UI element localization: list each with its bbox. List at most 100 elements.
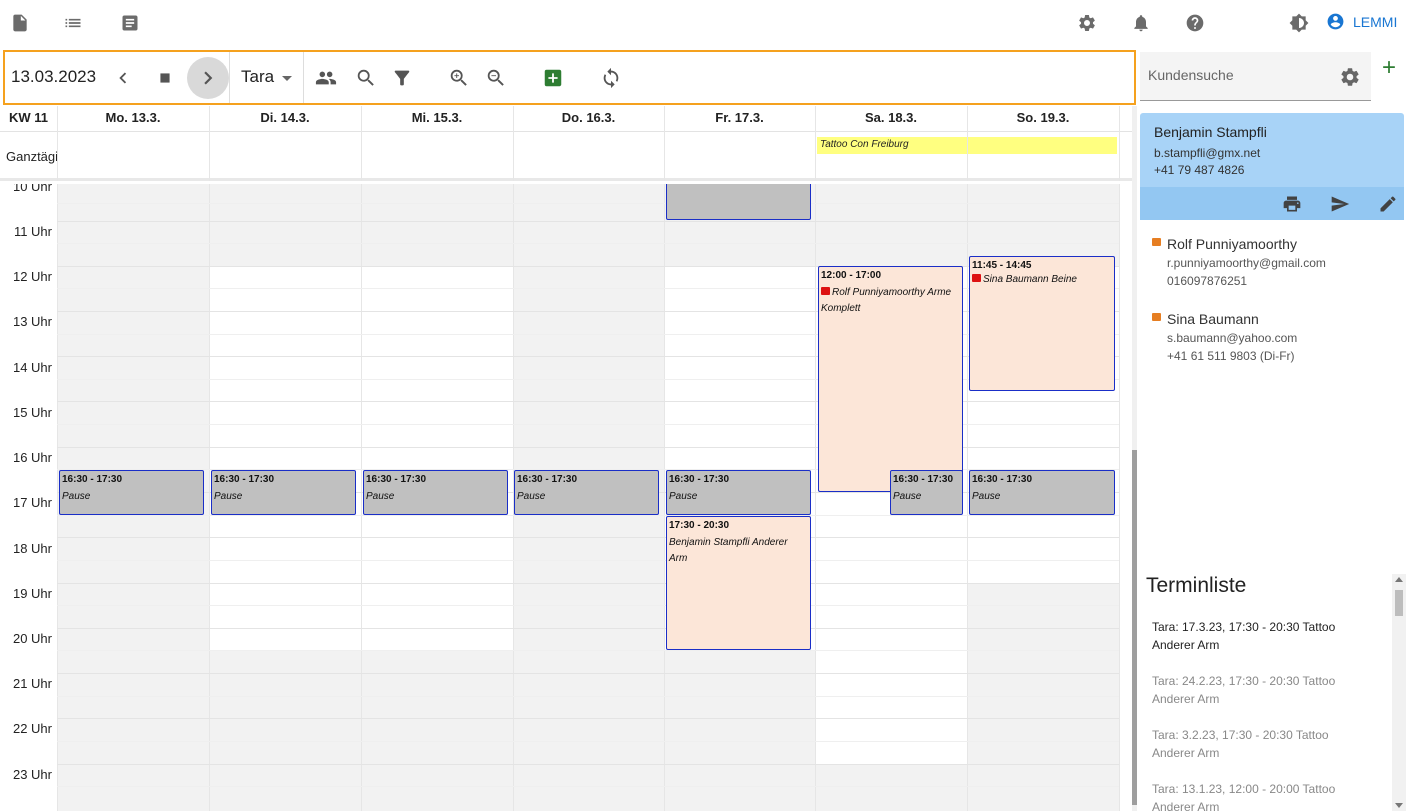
- hour-label: 12 Uhr: [12, 269, 52, 284]
- send-button[interactable]: [1330, 194, 1352, 216]
- column-divider: [1119, 184, 1120, 811]
- zoom-in-button[interactable]: [445, 64, 473, 92]
- next-button[interactable]: [187, 57, 229, 99]
- refresh-button[interactable]: [597, 64, 625, 92]
- termin-line: Tara: 17.3.23, 17:30 - 20:30 Tattoo: [1152, 620, 1336, 634]
- half-hour-line: [57, 696, 1119, 697]
- hour-label: 14 Uhr: [12, 360, 52, 375]
- event-desc: Pause: [62, 491, 91, 502]
- open-hours[interactable]: [209, 266, 361, 651]
- add-customer-button[interactable]: +: [1378, 56, 1400, 80]
- customer-list-item[interactable]: Rolf Punniyamoorthy r.punniyamoorthy@gma…: [1152, 236, 1402, 288]
- customer-search-input[interactable]: [1148, 64, 1318, 86]
- calendar-event[interactable]: 16:30 - 17:30 Pause: [59, 470, 204, 515]
- add-box-icon: [544, 69, 562, 87]
- help-icon[interactable]: [1184, 12, 1206, 34]
- chevron-right-icon: [204, 71, 213, 85]
- hour-label: 19 Uhr: [12, 586, 52, 601]
- half-hour-line: [57, 203, 1119, 204]
- document-icon[interactable]: [9, 12, 31, 34]
- calendar-event[interactable]: 16:30 - 17:30 Pause: [969, 470, 1115, 515]
- calendar-event[interactable]: 16:30 - 17:30 Pause: [363, 470, 508, 515]
- termin-line: Tara: 13.1.23, 12:00 - 20:00 Tattoo: [1152, 782, 1336, 796]
- termin-item[interactable]: Tara: 24.2.23, 17:30 - 20:30 Tattoo Ande…: [1152, 672, 1388, 708]
- event-desc: Pause: [669, 491, 698, 502]
- toolbar-divider: [229, 52, 230, 103]
- event-desc: Pause: [893, 491, 922, 502]
- column-divider: [513, 106, 514, 181]
- calendar-event[interactable]: [666, 184, 811, 220]
- current-date[interactable]: 13.03.2023: [11, 67, 96, 87]
- termin-item[interactable]: Tara: 3.2.23, 17:30 - 20:30 Tattoo Ander…: [1152, 726, 1388, 762]
- calendar-scrollbar-thumb[interactable]: [1132, 450, 1137, 805]
- first-aid-icon: [972, 274, 981, 282]
- hour-label: 16 Uhr: [12, 450, 52, 465]
- calendar-event[interactable]: 12:00 - 17:00 Rolf Punniyamoorthy Arme K…: [818, 266, 963, 492]
- selected-customer-card[interactable]: Benjamin Stampfli b.stampfli@gmx.net +41…: [1140, 113, 1404, 220]
- day-header[interactable]: Mo. 13.3.: [57, 110, 209, 125]
- event-time: 17:30 - 20:30: [669, 520, 730, 531]
- customer-email: r.punniyamoorthy@gmail.com: [1167, 256, 1326, 270]
- calendar-event[interactable]: 16:30 - 17:30 Pause: [890, 470, 963, 515]
- calendar-event[interactable]: 11:45 - 14:45 Sina Baumann Beine: [969, 256, 1115, 391]
- event-time: 16:30 - 17:30: [893, 474, 954, 485]
- day-header[interactable]: Sa. 18.3.: [815, 110, 967, 125]
- half-hour-line: [57, 243, 1119, 244]
- calendar-toolbar: 13.03.2023 Tara: [3, 50, 1136, 105]
- hour-label: 21 Uhr: [12, 676, 52, 691]
- search-button[interactable]: [352, 64, 380, 92]
- filter-button[interactable]: [388, 64, 416, 92]
- event-time: 11:45 - 14:45: [972, 260, 1032, 271]
- print-button[interactable]: [1282, 194, 1304, 216]
- termin-item[interactable]: Tara: 13.1.23, 12:00 - 20:00 Tattoo Ande…: [1152, 780, 1388, 811]
- toolbar-divider: [303, 52, 304, 103]
- allday-label: Ganztägig: [6, 149, 57, 164]
- calendar-event[interactable]: 17:30 - 20:30 Benjamin Stampfli Anderer …: [666, 516, 811, 650]
- day-header[interactable]: So. 19.3.: [967, 110, 1119, 125]
- half-hour-line: [57, 560, 1119, 561]
- column-divider: [57, 106, 58, 181]
- day-header[interactable]: Mi. 15.3.: [361, 110, 513, 125]
- column-divider: [967, 184, 968, 811]
- termin-list-scrollbar[interactable]: [1392, 574, 1406, 811]
- bell-icon[interactable]: [1130, 12, 1152, 34]
- first-aid-icon: [1152, 238, 1161, 246]
- prev-button[interactable]: [109, 64, 137, 92]
- calendar-event[interactable]: 16:30 - 17:30 Pause: [514, 470, 659, 515]
- stop-icon: [160, 73, 170, 83]
- calendar-event[interactable]: 16:30 - 17:30 Pause: [211, 470, 356, 515]
- customer-actions: [1140, 187, 1404, 220]
- add-appointment-button[interactable]: [539, 64, 567, 92]
- event-time: 16:30 - 17:30: [214, 474, 275, 485]
- open-hours[interactable]: [361, 266, 513, 651]
- brightness-icon[interactable]: [1288, 12, 1310, 34]
- hour-line: [57, 628, 1119, 629]
- termin-line: Anderer Arm: [1152, 800, 1220, 811]
- day-header[interactable]: Fr. 17.3.: [664, 110, 815, 125]
- edit-button[interactable]: [1378, 194, 1400, 216]
- user-menu[interactable]: LEMMI: [1326, 12, 1397, 31]
- scroll-up-icon[interactable]: [1395, 577, 1403, 582]
- notes-icon[interactable]: [119, 12, 141, 34]
- scrollbar-thumb[interactable]: [1395, 590, 1403, 616]
- column-divider: [209, 184, 210, 811]
- people-button[interactable]: [312, 64, 340, 92]
- event-time: 12:00 - 17:00: [821, 270, 882, 281]
- list-icon[interactable]: [62, 12, 84, 34]
- search-settings-button[interactable]: [1339, 66, 1361, 88]
- hour-label: 20 Uhr: [12, 631, 52, 646]
- calendar-event[interactable]: 16:30 - 17:30 Pause: [666, 470, 811, 515]
- customer-name: Benjamin Stampfli: [1154, 124, 1267, 140]
- customer-phone: 016097876251: [1167, 274, 1248, 288]
- settings-icon[interactable]: [1076, 12, 1098, 34]
- event-time: 16:30 - 17:30: [517, 474, 578, 485]
- zoom-out-button[interactable]: [482, 64, 510, 92]
- zoom-in-icon: [450, 69, 467, 86]
- day-header[interactable]: Do. 16.3.: [513, 110, 664, 125]
- customer-list-item[interactable]: Sina Baumann s.baumann@yahoo.com +41 61 …: [1152, 311, 1402, 363]
- termin-item[interactable]: Tara: 17.3.23, 17:30 - 20:30 Tattoo Ande…: [1152, 618, 1388, 654]
- scroll-down-icon[interactable]: [1395, 803, 1403, 808]
- day-header[interactable]: Di. 14.3.: [209, 110, 361, 125]
- artist-select[interactable]: Tara: [241, 67, 293, 87]
- today-button[interactable]: [151, 64, 179, 92]
